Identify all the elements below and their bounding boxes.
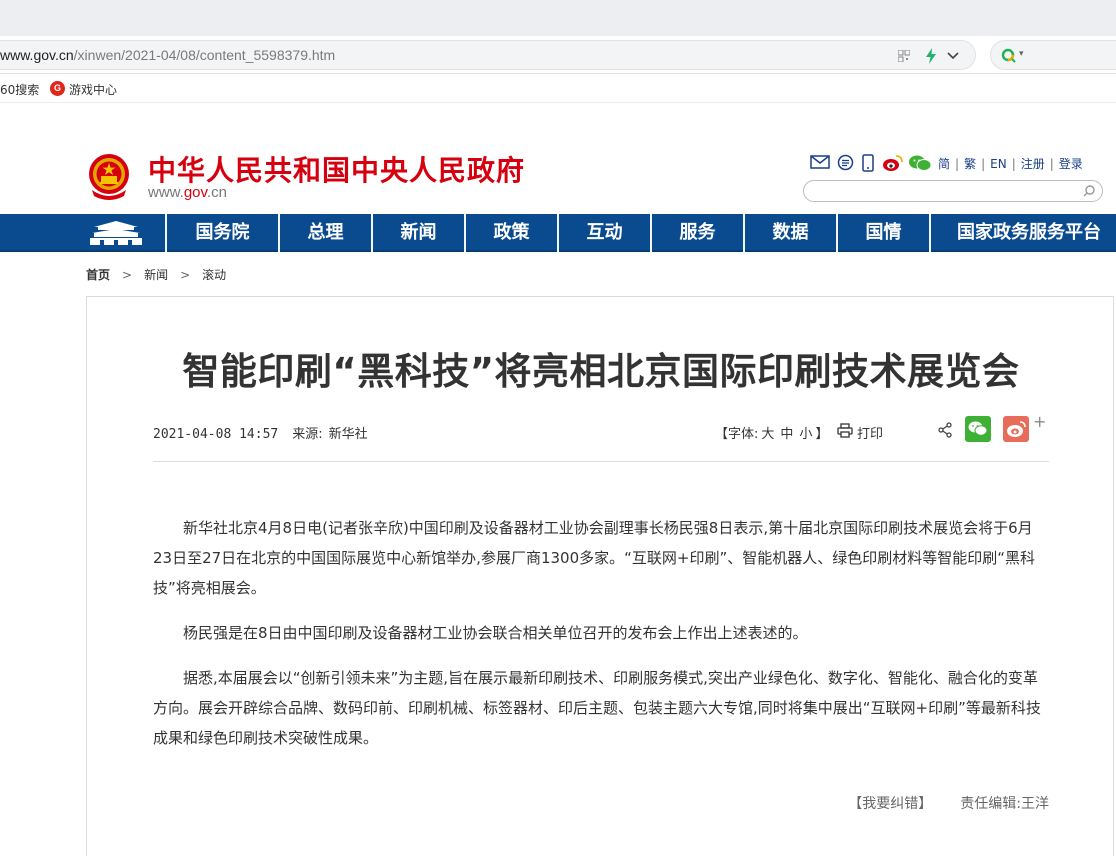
chevron-down-icon[interactable] [946,50,960,62]
article-title: 智能印刷“黑科技”将亮相北京国际印刷技术展览会 [182,350,1020,393]
share-wechat-button[interactable] [965,416,991,442]
source-label: 来源: [292,427,323,442]
language-links: 简 | 繁 | EN | 注册 | 登录 [938,155,1083,172]
breadcrumb-arrow: > [122,268,133,282]
font-size-small[interactable]: 小 [796,427,815,442]
sep: | [1049,157,1054,171]
report-error-link[interactable]: 【我要纠错】 [848,796,932,812]
search-engine-icon[interactable] [1001,48,1017,64]
bookmark-360-search[interactable]: 60搜索 [0,81,39,98]
nav-item-news[interactable]: 新闻 [373,214,464,252]
nav-item-data[interactable]: 数据 [745,214,836,252]
domain-prefix: www. [148,184,184,201]
url-path: /xinwen/2021-04/08/content_5598379.htm [73,47,336,63]
print-button[interactable]: 打印 [837,423,884,442]
lightning-icon[interactable] [924,48,938,64]
site-search-box [803,180,1103,202]
search-engine-caret[interactable]: ▾ [1019,49,1024,59]
nav-item-national-conditions[interactable]: 国情 [838,214,929,252]
site-search-input[interactable] [812,183,1072,199]
weibo-share-icon [1007,421,1026,437]
print-label: 打印 [857,427,884,442]
article-paragraph: 杨民强是在8日由中国印刷及设备器材工业协会联合相关单位召开的发布会上作出上述表述… [183,624,808,642]
sep: | [1011,157,1016,171]
font-size-control: 【字体: 大中小】 [715,423,828,442]
nav-item-policy[interactable]: 政策 [466,214,557,252]
bookmarks-bar: 60搜索 G 游戏中心 [0,75,1116,103]
site-name[interactable]: 中华人民共和国中央人民政府 [148,149,525,189]
lang-traditional[interactable]: 繁 [964,155,976,172]
nav-item-interaction[interactable]: 互动 [559,214,650,252]
qr-code-icon[interactable] [898,50,910,62]
browser-search-box[interactable]: ▾ [990,40,1116,70]
nav-item-services[interactable]: 服务 [652,214,743,252]
printer-icon [837,423,853,438]
breadcrumb-rolling[interactable]: 滚动 [202,268,226,282]
url-text[interactable]: www.gov.cn/xinwen/2021-04/08/content_559… [0,47,335,63]
responsible-editor: 责任编辑:王洋 [960,796,1049,812]
article-paragraph: 新华社北京4月8日电(记者张辛欣)中国印刷及设备器材工业协会副理事长杨民强8日表… [153,519,1036,597]
share-icon[interactable] [937,422,953,438]
article-paragraph: 据悉,本届展会以“创新引领未来”为主题,旨在展示最新印刷技术、印刷服务模式,突出… [153,669,1041,747]
breadcrumb: 首页 > 新闻 > 滚动 [86,266,226,283]
sep: | [981,157,986,171]
message-icon[interactable] [837,154,854,171]
game-center-icon: G [50,81,65,96]
login-link[interactable]: 登录 [1059,155,1083,172]
lang-simplified[interactable]: 简 [938,155,950,172]
mobile-icon[interactable] [862,154,874,172]
wechat-share-icon [968,421,988,436]
wechat-icon[interactable] [908,154,932,172]
article-datetime: 2021-04-08 14:57 [153,427,279,442]
register-link[interactable]: 注册 [1021,155,1045,172]
address-bar[interactable]: www.gov.cn/xinwen/2021-04/08/content_559… [0,40,976,70]
url-host: www.gov.cn [0,47,74,63]
more-share-plus-icon[interactable]: + [1033,412,1046,431]
address-bar-row: www.gov.cn/xinwen/2021-04/08/content_559… [0,36,1116,74]
search-icon[interactable] [1082,184,1096,198]
web-page: 中华人民共和国中央人民政府 www.gov.cn 简 | 繁 | EN | 注册 | [0,104,1116,856]
mail-icon[interactable] [810,154,830,170]
nav-item-premier[interactable]: 总理 [280,214,371,252]
nav-item-state-council[interactable]: 国务院 [167,214,278,252]
font-size-medium[interactable]: 中 [777,427,796,442]
breadcrumb-arrow: > [180,268,191,282]
nav-item-gov-service-platform[interactable]: 国家政务服务平台 [931,214,1116,252]
main-nav: 国务院 总理 新闻 政策 互动 服务 数据 国情 国家政务服务平台 [0,214,1116,252]
article-panel: 智能印刷“黑科技”将亮相北京国际印刷技术展览会 2021-04-08 14:57… [86,296,1114,856]
weibo-icon[interactable] [882,154,904,172]
article-body: 新华社北京4月8日电(记者张辛欣)中国印刷及设备器材工业协会副理事长杨民强8日表… [153,513,1049,768]
breadcrumb-news[interactable]: 新闻 [144,268,168,282]
meta-divider [153,461,1049,462]
font-size-close: 】 [815,427,829,442]
domain-main: gov [183,184,207,201]
lang-english[interactable]: EN [990,157,1007,171]
article-footer: 【我要纠错】 责任编辑:王洋 [87,793,1049,813]
share-weibo-button[interactable] [1003,416,1029,442]
sep: | [955,157,960,171]
bookmark-game-center[interactable]: 游戏中心 [69,81,117,98]
browser-tab-strip [0,0,1116,36]
article-source: 新华社 [328,427,368,442]
domain-suffix: .cn [206,184,227,201]
article-meta: 2021-04-08 14:57 来源: 新华社 [153,423,368,442]
breadcrumb-home[interactable]: 首页 [86,268,110,282]
font-size-label: 【字体: [715,427,759,442]
tiananmen-icon[interactable] [86,219,146,247]
national-emblem-icon[interactable] [86,152,132,200]
site-domain: www.gov.cn [148,184,227,201]
font-size-large[interactable]: 大 [758,427,777,442]
